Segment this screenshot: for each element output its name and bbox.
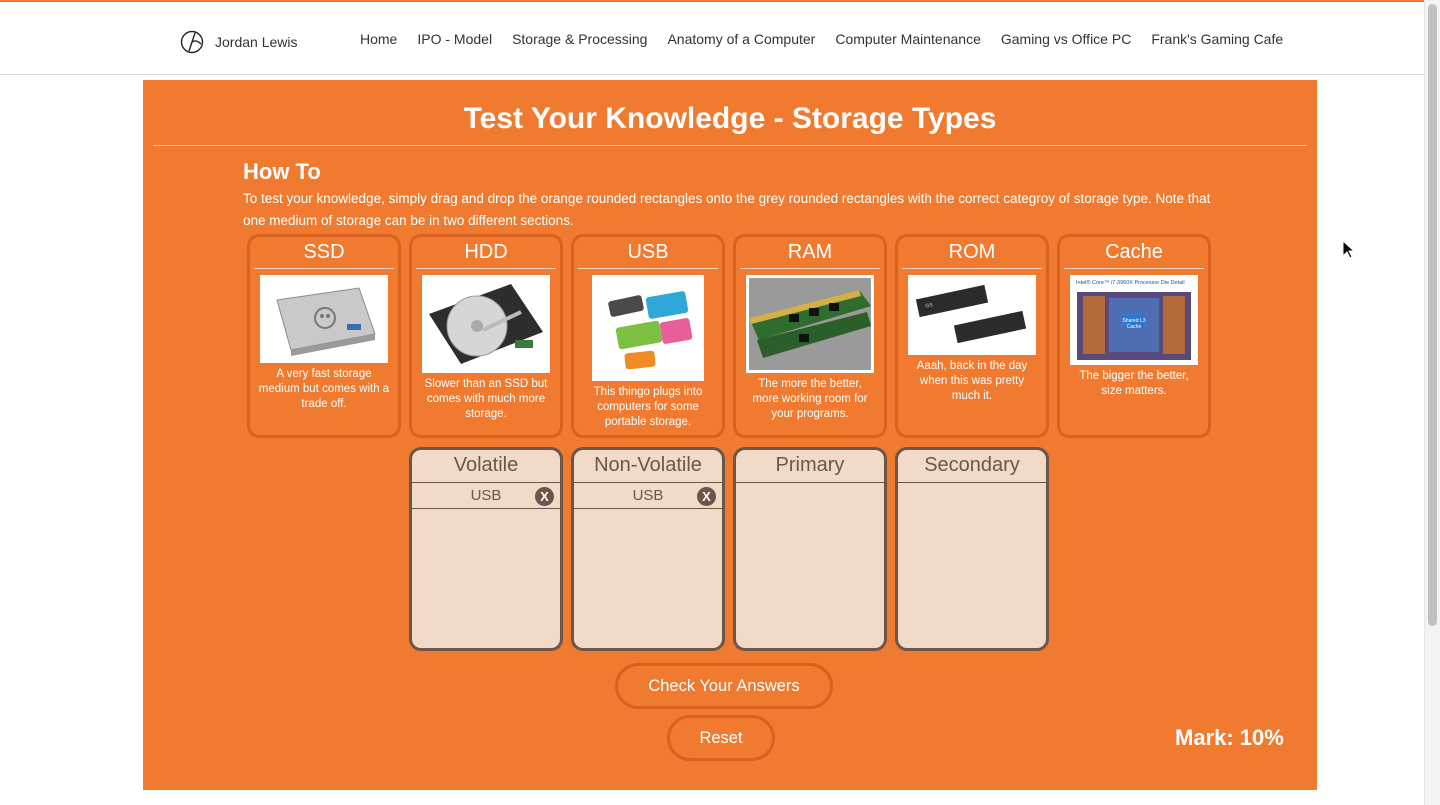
drop-zone-non-volatile[interactable]: Non-Volatile USB X <box>571 447 725 651</box>
card-desc: The more the better, more working room f… <box>752 378 868 420</box>
usb-image <box>592 275 704 381</box>
dropped-item[interactable]: USB X <box>574 483 722 509</box>
zone-title: Non-Volatile <box>574 450 722 483</box>
mark-score: Mark: 10% <box>1175 725 1284 750</box>
brand[interactable]: Jordan Lewis <box>180 30 298 54</box>
check-answers-button[interactable]: Check Your Answers <box>615 663 833 709</box>
card-usb[interactable]: USB This thingo plugs into computers for… <box>571 234 725 438</box>
rom-image: GS <box>908 275 1036 355</box>
card-title: USB <box>578 237 718 269</box>
howto-heading: How To <box>243 159 321 184</box>
card-desc: This thingo plugs into computers for som… <box>593 386 703 428</box>
nav-item-ipo-model[interactable]: IPO - Model <box>417 31 492 47</box>
remove-item-icon[interactable]: X <box>535 487 554 506</box>
card-desc: Aaah, back in the day when this was pret… <box>916 360 1028 402</box>
page-scrollbar[interactable] <box>1424 0 1440 805</box>
reset-button[interactable]: Reset <box>667 715 775 761</box>
card-title: SSD <box>254 237 394 269</box>
card-rom[interactable]: ROM GS Aaah, back in the day when this w… <box>895 234 1049 438</box>
ssd-image <box>260 275 388 363</box>
cache-image-caption: Intel® Core™ i7-3960X Processor Die Deta… <box>1076 280 1185 286</box>
title-divider <box>153 145 1307 146</box>
main-nav: Home IPO - Model Storage & Processing An… <box>360 31 1283 47</box>
drop-zone-volatile[interactable]: Volatile USB X <box>409 447 563 651</box>
card-title: RAM <box>740 237 880 269</box>
nav-item-storage-processing[interactable]: Storage & Processing <box>512 31 647 47</box>
ram-image <box>746 275 874 373</box>
scrollbar-thumb[interactable] <box>1428 4 1437 626</box>
page-title: Test Your Knowledge - Storage Types <box>463 102 997 135</box>
nav-item-home[interactable]: Home <box>360 31 397 47</box>
zone-title: Volatile <box>412 450 560 483</box>
logo-icon <box>180 30 204 54</box>
drop-zone-secondary[interactable]: Secondary <box>895 447 1049 651</box>
drop-zones: Volatile USB X Non-Volatile USB X Primar… <box>409 447 1049 651</box>
zone-title: Primary <box>736 450 884 483</box>
nav-item-anatomy[interactable]: Anatomy of a Computer <box>667 31 815 47</box>
card-desc: Slower than an SSD but comes with much m… <box>424 378 548 420</box>
nav-item-gaming-cafe[interactable]: Frank's Gaming Cafe <box>1151 31 1283 47</box>
card-title: Cache <box>1064 237 1204 269</box>
dropped-item-label: USB <box>470 487 502 504</box>
dropped-item[interactable]: USB X <box>412 483 560 509</box>
site-header: Jordan Lewis Home IPO - Model Storage & … <box>0 2 1424 75</box>
remove-item-icon[interactable]: X <box>697 487 716 506</box>
drop-zone-primary[interactable]: Primary <box>733 447 887 651</box>
cache-image-label: Shared L3 Cache <box>1122 318 1146 330</box>
card-cache[interactable]: Cache Intel® Core™ i7-3960X Processor Di… <box>1057 234 1211 438</box>
card-title: HDD <box>416 237 556 269</box>
draggable-cards: SSD A very fast storage medium but comes… <box>247 234 1211 438</box>
nav-item-gaming-vs-office[interactable]: Gaming vs Office PC <box>1001 31 1131 47</box>
dropped-item-label: USB <box>632 487 664 504</box>
mouse-cursor-icon <box>1342 240 1356 259</box>
card-hdd[interactable]: HDD Slower than an SSD but comes with mu… <box>409 234 563 438</box>
card-desc: A very fast storage medium but comes wit… <box>258 368 390 410</box>
brand-name: Jordan Lewis <box>215 34 298 50</box>
nav-item-maintenance[interactable]: Computer Maintenance <box>835 31 981 47</box>
card-ssd[interactable]: SSD A very fast storage medium but comes… <box>247 234 401 438</box>
card-desc: The bigger the better, size matters. <box>1079 370 1189 397</box>
zone-title: Secondary <box>898 450 1046 483</box>
card-title: ROM <box>902 237 1042 269</box>
card-ram[interactable]: RAM The more the better, more working ro… <box>733 234 887 438</box>
hdd-image <box>422 275 550 373</box>
quiz-panel: Test Your Knowledge - Storage Types How … <box>143 80 1317 790</box>
cache-image: Intel® Core™ i7-3960X Processor Die Deta… <box>1070 275 1198 365</box>
howto-text: To test your knowledge, simply drag and … <box>243 191 1211 228</box>
